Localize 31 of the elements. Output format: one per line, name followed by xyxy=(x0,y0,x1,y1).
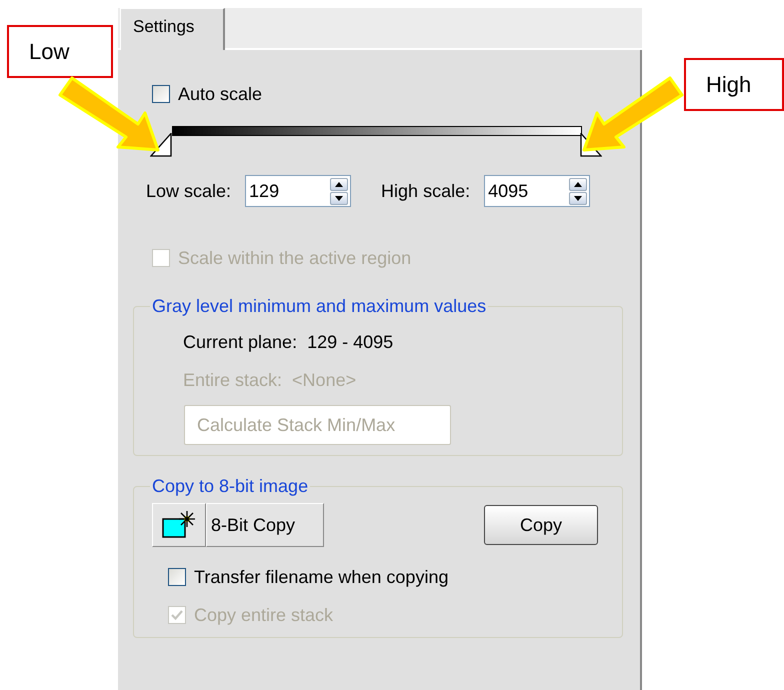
up-arrow-icon xyxy=(574,182,582,187)
spin-up-button[interactable] xyxy=(330,178,348,191)
callout-label: High xyxy=(684,58,784,111)
checkbox[interactable] xyxy=(152,85,170,103)
checkbox[interactable] xyxy=(168,568,186,586)
checkbox-label: Auto scale xyxy=(178,84,262,104)
settings-tab[interactable]: Settings xyxy=(120,8,225,50)
info-label: Current plane: xyxy=(183,332,298,352)
group-title: Gray level minimum and maximum values xyxy=(151,296,488,317)
callout-label: Low xyxy=(7,25,113,78)
check-icon xyxy=(171,609,183,621)
new-image-button[interactable] xyxy=(152,503,206,547)
info-value: <None> xyxy=(292,370,356,390)
new-image-icon xyxy=(161,510,197,540)
spin-up-button[interactable] xyxy=(569,178,588,191)
field-label: Low scale: xyxy=(146,180,232,202)
up-arrow-icon xyxy=(335,182,344,187)
spin-down-button[interactable] xyxy=(330,192,348,205)
down-arrow-icon xyxy=(574,196,582,201)
eight-bit-copy-button[interactable]: 8-Bit Copy xyxy=(206,503,324,547)
checkbox-label: Transfer filename when copying xyxy=(194,566,448,588)
field-label: High scale: xyxy=(381,180,470,202)
checkbox-label: Copy entire stack xyxy=(194,604,334,626)
info-value: 129 - 4095 xyxy=(307,332,394,352)
checkbox-label: Scale within the active region xyxy=(178,248,412,268)
copy-button[interactable]: Copy xyxy=(484,505,598,545)
info-label: Entire stack: xyxy=(183,370,282,390)
low-slider-thumb[interactable] xyxy=(150,133,172,157)
down-arrow-icon xyxy=(335,196,344,201)
group-title: Copy to 8-bit image xyxy=(151,476,310,497)
spin-down-button[interactable] xyxy=(569,192,588,205)
